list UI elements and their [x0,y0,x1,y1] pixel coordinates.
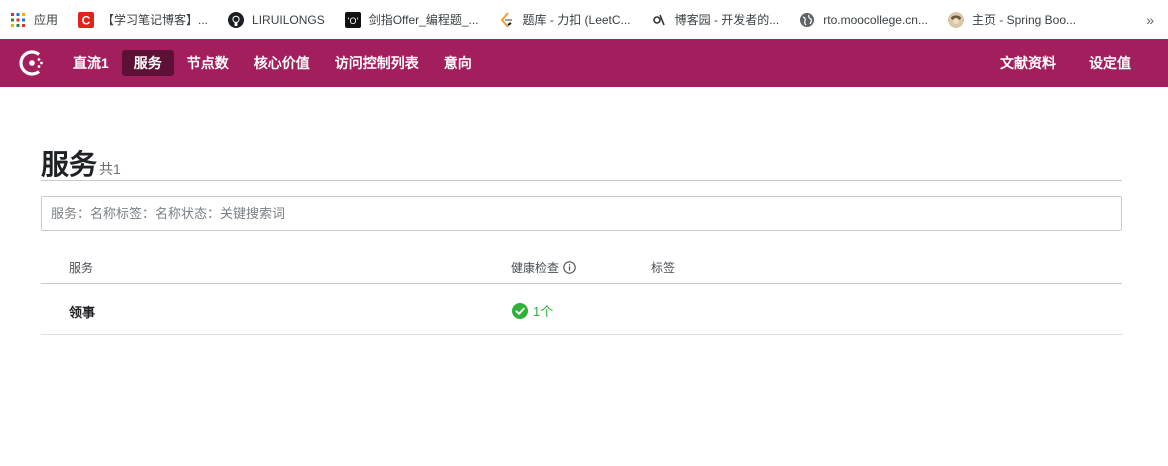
table-header: 服务 健康检查 标签 [41,257,1122,284]
nav-key-value[interactable]: 核心价值 [242,50,322,76]
avatar-icon [947,11,964,28]
bookmark-nowcoder[interactable]: 'O' 剑指Offer_编程题_... [344,6,479,34]
globe-icon [799,12,815,28]
svg-text:C: C [82,13,91,27]
search-input[interactable] [41,196,1122,231]
page-title: 服务 [41,149,98,180]
nowcoder-icon: 'O' [344,11,361,28]
bookmark-label: LIRUILONGS [252,12,325,27]
bookmark-apps[interactable]: 应用 [10,6,58,34]
nav-documentation[interactable]: 文献资料 [988,50,1068,76]
consul-logo-icon[interactable] [17,48,47,78]
bookmark-label: 主页 - Spring Boo... [971,13,1076,27]
column-header-tags: 标签 [651,261,676,275]
nav-nodes[interactable]: 节点数 [175,50,241,76]
divider [41,180,1122,181]
nav-settings[interactable]: 设定值 [1077,50,1143,76]
bookmark-label: 剑指Offer_编程题_... [368,13,479,27]
cnblogs-icon [651,12,667,28]
bookmark-moocollege[interactable]: rto.moocollege.cn... [799,6,928,34]
service-count: 共1 [99,161,121,177]
check-circle-icon [512,302,528,319]
bookmark-label: 博客园 - 开发者的... [674,13,780,27]
bookmark-csdn[interactable]: C 【学习笔记博客】... [78,6,208,34]
nav-datacenter[interactable]: 直流1 [61,50,121,76]
column-header-health: 健康检查 [511,259,576,276]
health-passing-count: 1个 [533,304,554,319]
bookmark-label: 题库 - 力扣 (LeetC... [522,13,631,27]
bookmark-leetcode[interactable]: 题库 - 力扣 (LeetC... [499,6,631,34]
apps-grid-icon [10,12,26,28]
bookmark-springboot[interactable]: 主页 - Spring Boo... [947,6,1076,34]
info-icon[interactable] [563,261,576,274]
health-status: 1个 [512,301,553,320]
bookmark-label: rto.moocollege.cn... [823,12,928,27]
bookmark-github[interactable]: LIRUILONGS [228,6,325,34]
bookmarks-more-button[interactable]: » [1146,6,1154,34]
bookmark-label: 应用 [34,13,59,27]
nav-right-group: 文献资料 设定值 [980,50,1144,76]
nav-intentions[interactable]: 意向 [432,50,484,76]
service-name-link[interactable]: 领事 [69,302,95,321]
nav-acl[interactable]: 访问控制列表 [323,50,431,76]
top-nav: 直流1 服务 节点数 核心价值 访问控制列表 意向 文献资料 设定值 [0,39,1168,87]
page-header: 服务 共1 [41,143,121,183]
bookmark-label: 【学习笔记博客】... [102,13,209,27]
svg-text:'O': 'O' [348,16,359,26]
csdn-icon: C [78,11,95,28]
bookmark-cnblogs[interactable]: 博客园 - 开发者的... [651,6,780,34]
leetcode-icon [499,11,515,28]
nav-services[interactable]: 服务 [121,50,174,76]
bookmarks-bar: 应用 C 【学习笔记博客】... LIRUILONGS 'O' 剑指Offer_… [0,0,1168,39]
table-row[interactable]: 领事 1个 [41,284,1122,335]
github-icon [228,11,245,28]
column-header-health-label: 健康检查 [511,261,560,275]
chevron-double-right-icon: » [1146,11,1154,28]
column-header-service: 服务 [69,261,94,275]
